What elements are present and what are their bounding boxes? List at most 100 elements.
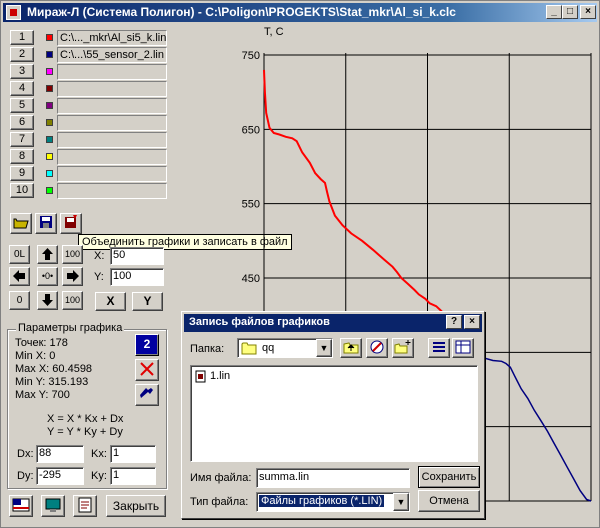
graph-file-field[interactable]	[57, 166, 167, 182]
graph-file-field[interactable]: C:\..._mkr\Al_si5_k.lin	[57, 30, 167, 46]
y-button[interactable]: Y	[132, 292, 163, 311]
graph-row-button[interactable]: 3	[10, 64, 34, 79]
params-group-title: Параметры графика	[16, 322, 125, 334]
zero-left-button[interactable]: 0L	[9, 245, 30, 264]
language-button[interactable]	[9, 495, 33, 517]
close-button[interactable]: ×	[580, 5, 596, 19]
hundred-top-button[interactable]: 100	[62, 245, 83, 264]
up-folder-button[interactable]	[340, 338, 362, 358]
arrow-right-icon	[67, 270, 79, 282]
graph-row-button[interactable]: 1	[10, 30, 34, 45]
list-view-button[interactable]	[428, 338, 450, 358]
dialog-close-button[interactable]: ×	[464, 315, 480, 329]
minimize-button[interactable]: _	[546, 5, 562, 19]
graph-color-swatch	[46, 153, 53, 160]
list-view-icon	[433, 342, 445, 352]
title-bar[interactable]: Мираж-Л (Система Полигон) - C:\Poligon\P…	[3, 3, 597, 22]
dx-input[interactable]: 88	[36, 445, 84, 463]
x-button[interactable]: X	[95, 292, 126, 311]
folder-select[interactable]: qq ▼	[237, 338, 333, 358]
delete-graph-button[interactable]	[135, 359, 159, 381]
formula-y: Y = Y * Ky + Dy	[47, 426, 123, 438]
graph-file-field[interactable]	[57, 132, 167, 148]
details-view-icon	[455, 340, 471, 354]
document-button[interactable]	[73, 495, 97, 517]
monitor-icon	[45, 498, 61, 512]
graph-row-button[interactable]: 10	[10, 183, 34, 198]
graph-row-button[interactable]: 2	[10, 47, 34, 62]
save-button[interactable]	[35, 213, 57, 234]
document-icon	[78, 497, 92, 513]
wrench-icon	[140, 388, 153, 398]
graph-row-button[interactable]: 6	[10, 115, 34, 130]
arrow-right-button[interactable]	[62, 267, 83, 286]
graph-color-swatch	[46, 170, 53, 177]
display-button[interactable]	[41, 495, 65, 517]
tool-button[interactable]	[135, 384, 159, 406]
graph-file-field[interactable]	[57, 149, 167, 165]
hundred-right-button[interactable]: 100	[62, 291, 83, 310]
zero-bottom-button[interactable]: 0	[9, 291, 30, 310]
x-input[interactable]: 50	[110, 247, 164, 265]
filetype-value: Файлы графиков (*.LIN)	[259, 495, 385, 507]
dy-input[interactable]: -295	[36, 467, 84, 485]
graph-file-field[interactable]	[57, 115, 167, 131]
new-folder-button[interactable]	[392, 338, 414, 358]
arrow-left-button[interactable]	[9, 267, 30, 286]
graph-row-button[interactable]: 5	[10, 98, 34, 113]
dialog-title-bar[interactable]: Запись файлов графиков ? ×	[184, 314, 482, 332]
file-list[interactable]: 1.lin	[190, 365, 478, 462]
close-app-button[interactable]: Закрыть	[106, 495, 166, 517]
filetype-label: Тип файла:	[190, 496, 249, 508]
selected-graph-button[interactable]: 2	[135, 334, 159, 356]
graph-row-button[interactable]: 8	[10, 149, 34, 164]
y-button-label: Y	[143, 294, 152, 308]
graph-file-field[interactable]	[57, 64, 167, 80]
graph-file-field[interactable]: C:\...\55_sensor_2.lin	[57, 47, 167, 63]
y-input[interactable]: 100	[110, 268, 164, 286]
app-icon[interactable]	[6, 5, 21, 20]
filetype-select[interactable]: Файлы графиков (*.LIN) ▼	[256, 492, 410, 512]
graph-file-field[interactable]	[57, 183, 167, 199]
graph-row-button[interactable]: 9	[10, 166, 34, 181]
arrow-up-button[interactable]	[37, 245, 58, 264]
dialog-title: Запись файлов графиков	[189, 316, 330, 328]
dx-label: Dx:	[17, 448, 34, 460]
arrow-up-icon	[42, 248, 53, 260]
desktop-icon	[370, 340, 384, 354]
graph-file-field[interactable]	[57, 98, 167, 114]
graph-row-button[interactable]: 4	[10, 81, 34, 96]
max-x: Max X: 60.4598	[15, 363, 93, 375]
open-folder-button[interactable]	[10, 213, 32, 234]
maximize-button[interactable]: □	[562, 5, 578, 19]
filetype-dropdown-button[interactable]: ▼	[393, 493, 409, 511]
points-count: Точек: 178	[15, 337, 68, 349]
x-label: X:	[94, 250, 105, 262]
arrow-down-button[interactable]	[37, 291, 58, 310]
arrow-down-icon	[42, 294, 53, 306]
details-view-button[interactable]	[452, 338, 474, 358]
series-line	[473, 339, 592, 502]
series-line	[263, 69, 476, 341]
y-label: Y:	[94, 271, 104, 283]
folder-value: qq	[262, 342, 275, 354]
center-button[interactable]: •0•	[37, 267, 58, 286]
file-list-item[interactable]: 1.lin	[195, 370, 230, 383]
cancel-label: Отмена	[429, 495, 469, 507]
dy-label: Dy:	[17, 470, 34, 482]
graph-color-swatch	[46, 119, 53, 126]
kx-label: Kx:	[91, 448, 107, 460]
ky-input[interactable]: 1	[110, 467, 156, 485]
graph-file-field[interactable]	[57, 81, 167, 97]
filename-input[interactable]: summa.lin	[256, 468, 410, 488]
folder-dropdown-button[interactable]: ▼	[316, 339, 332, 357]
graph-row-button[interactable]: 7	[10, 132, 34, 147]
kx-input[interactable]: 1	[110, 445, 156, 463]
save-file-button[interactable]: Сохранить	[418, 466, 480, 488]
save-disk-icon	[40, 216, 52, 228]
merge-save-button[interactable]	[60, 213, 82, 234]
dialog-help-button[interactable]: ?	[446, 315, 462, 329]
desktop-button[interactable]	[366, 338, 388, 358]
y-tick-label: 750	[242, 50, 260, 62]
cancel-button[interactable]: Отмена	[418, 490, 480, 512]
